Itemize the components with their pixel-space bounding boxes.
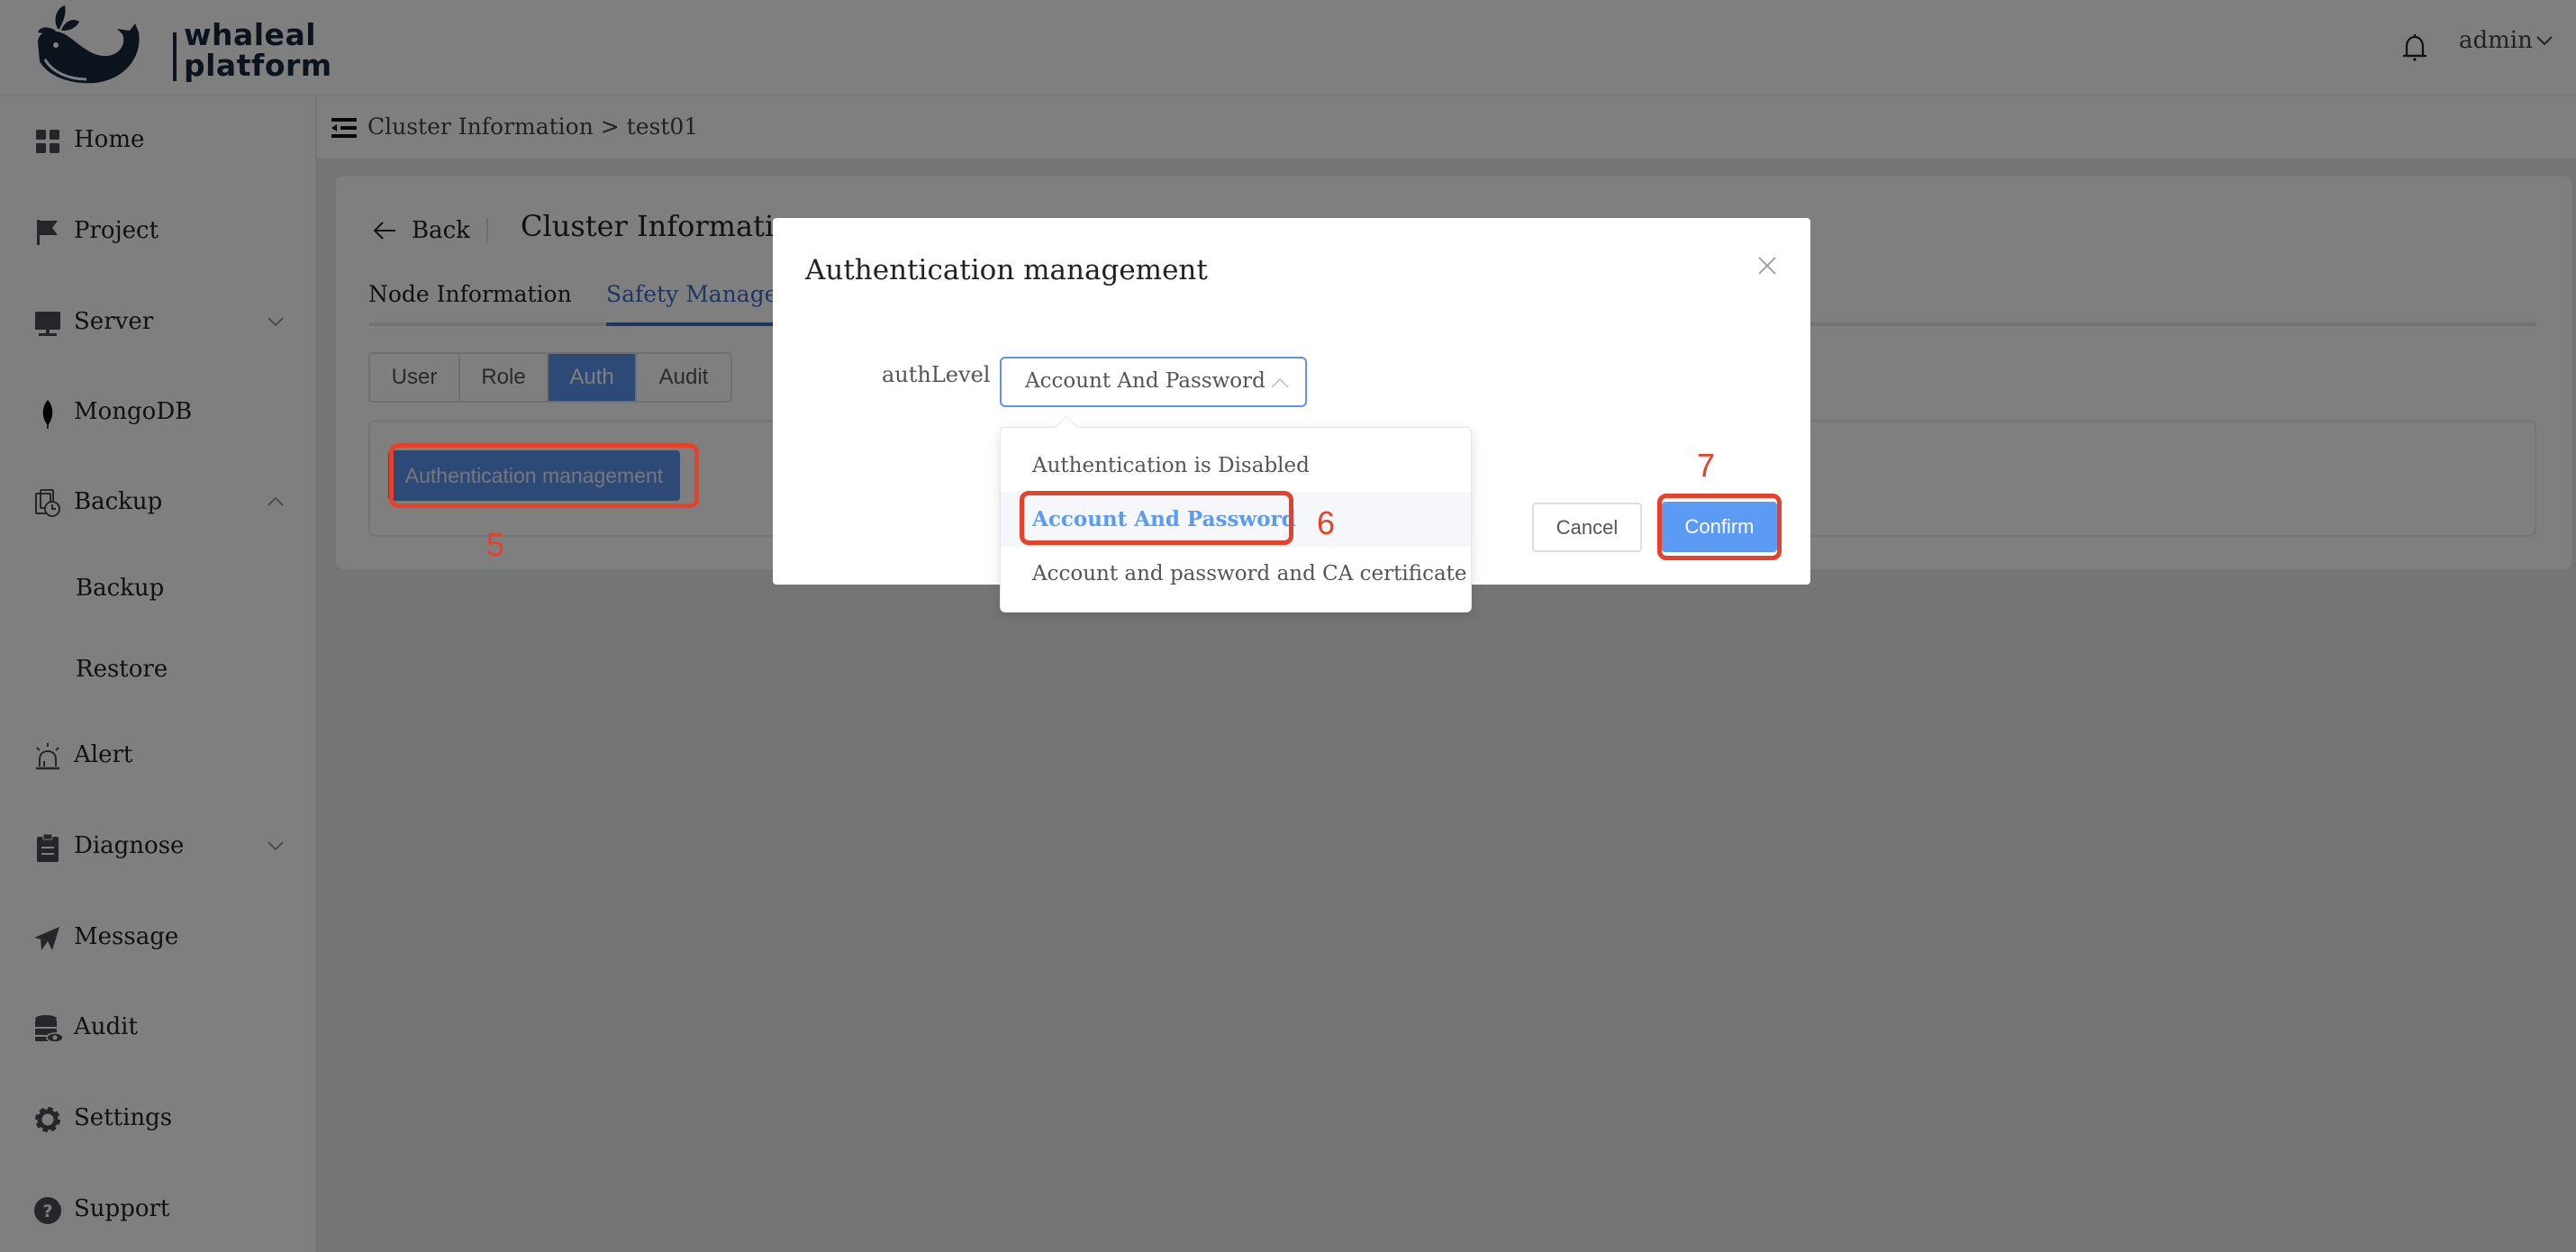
modal-overlay[interactable] xyxy=(0,0,2576,1252)
annotation-number-7: 7 xyxy=(1697,447,1716,484)
chevron-up-icon xyxy=(1271,377,1289,388)
annotation-box-6 xyxy=(1020,491,1293,545)
annotation-box-7 xyxy=(1657,494,1782,560)
option-account-password-ca[interactable]: Account and password and CA certificate xyxy=(1001,547,1471,601)
option-authentication-disabled[interactable]: Authentication is Disabled xyxy=(1001,439,1471,493)
annotation-number-5: 5 xyxy=(486,526,505,563)
annotation-number-6: 6 xyxy=(1317,504,1336,541)
cancel-button[interactable]: Cancel xyxy=(1532,503,1642,552)
auth-level-label: authLevel xyxy=(882,362,991,387)
auth-level-select[interactable]: Account And Password xyxy=(1000,357,1307,407)
annotation-box-5 xyxy=(389,443,699,508)
dialog-title: Authentication management xyxy=(805,254,1208,286)
select-value: Account And Password xyxy=(1025,369,1265,393)
close-icon[interactable] xyxy=(1757,256,1777,276)
